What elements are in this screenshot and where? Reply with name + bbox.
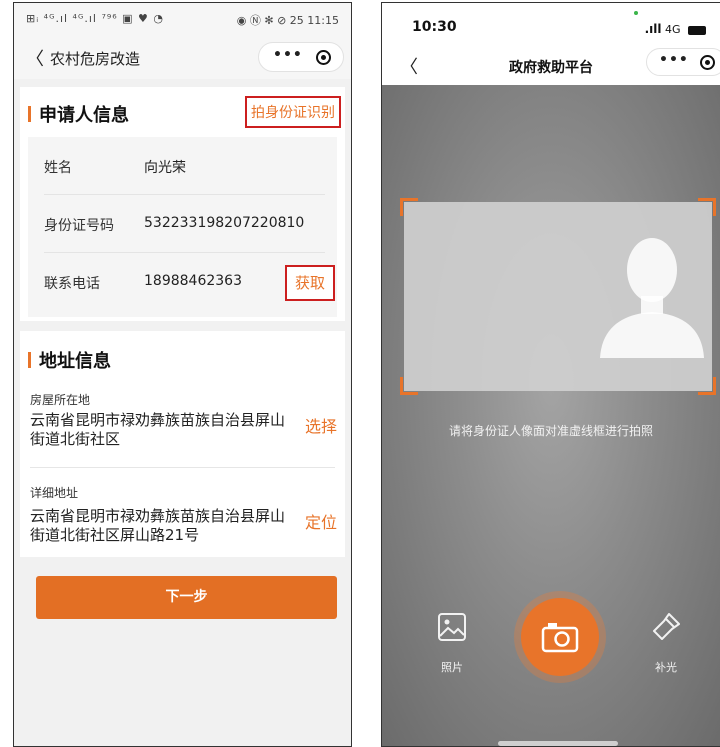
more-icon[interactable]: •••: [273, 47, 303, 63]
target-icon[interactable]: [700, 55, 715, 70]
detail-address-value[interactable]: 云南省昆明市禄劝彝族苗族自治县屏山街道北街社区屏山路21号: [30, 507, 288, 545]
phone-field[interactable]: 18988462363: [144, 273, 242, 289]
right-phone-screen: 10:30 .ıll 4G 〈 政府救助平台 ••• 请将身份证人像面对准虚线框…: [381, 2, 720, 747]
home-indicator: [498, 741, 618, 746]
status-left-icons: ⊞ᵢ ⁴ᴳ.ıl ⁴ᴳ.ıl ⁷⁹⁶ ▣ ♥ ◔: [26, 12, 165, 25]
camera-icon[interactable]: [540, 620, 580, 654]
left-phone-screen: ⊞ᵢ ⁴ᴳ.ıl ⁴ᴳ.ıl ⁷⁹⁶ ▣ ♥ ◔ ◉ Ⓝ ✻ ⊘ 25 11:1…: [13, 2, 352, 747]
field-label: 身份证号码: [44, 218, 114, 234]
section-title: 申请人信息: [39, 105, 129, 126]
detail-address-label: 详细地址: [30, 486, 79, 500]
frame-corner: [400, 198, 418, 216]
address-info-card: 地址信息 房屋所在地 云南省昆明市禄劝彝族苗族自治县屏山街道北街社区 选择 详细…: [20, 331, 345, 557]
field-row-name: 姓名 向光荣: [28, 137, 337, 195]
mini-program-capsule: •••: [258, 42, 344, 72]
person-silhouette-icon: [600, 238, 704, 358]
flashlight-icon[interactable]: [650, 611, 682, 643]
indicator-dot: [634, 11, 638, 15]
id-card-ocr-button[interactable]: 拍身份证识别: [245, 96, 341, 128]
accent-bar: [28, 352, 31, 368]
flash-label[interactable]: 补光: [644, 659, 688, 675]
photo-label[interactable]: 照片: [436, 659, 468, 675]
address-section-header: 地址信息: [28, 347, 111, 373]
field-row-id-number: 身份证号码 532233198207220810: [28, 195, 337, 253]
field-label: 姓名: [44, 160, 72, 176]
section-title: 地址信息: [39, 351, 111, 372]
frame-corner: [698, 377, 716, 395]
get-phone-button[interactable]: 获取: [285, 265, 335, 301]
more-icon[interactable]: •••: [659, 52, 689, 68]
top-bar: 10:30 .ıll 4G 〈 政府救助平台 •••: [382, 3, 720, 85]
network-status: .ıll 4G: [645, 22, 706, 36]
select-location-button[interactable]: 选择: [305, 413, 337, 437]
applicant-fields: 姓名 向光荣 身份证号码 532233198207220810 联系电话 189…: [28, 137, 337, 317]
network-label: 4G: [664, 23, 681, 36]
id-number-field[interactable]: 532233198207220810: [144, 215, 304, 231]
house-location-value[interactable]: 云南省昆明市禄劝彝族苗族自治县屏山街道北街社区: [30, 411, 288, 449]
back-arrow-icon[interactable]: 〈: [26, 45, 44, 71]
field-label: 联系电话: [44, 276, 100, 292]
image-icon[interactable]: [436, 611, 468, 643]
mini-program-capsule: •••: [646, 48, 720, 76]
accent-bar: [28, 106, 31, 122]
applicant-info-card: 申请人信息 拍身份证识别 姓名 向光荣 身份证号码 53223319820722…: [20, 87, 345, 321]
locate-button[interactable]: 定位: [305, 509, 337, 533]
battery-icon: [688, 25, 706, 35]
frame-corner: [698, 198, 716, 216]
capture-hint: 请将身份证人像面对准虚线框进行拍照: [448, 424, 653, 438]
next-step-button[interactable]: 下一步: [36, 576, 337, 619]
frame-corner: [400, 377, 418, 395]
status-right-icons: ◉ Ⓝ ✻ ⊘ 25 11:15: [236, 14, 339, 27]
status-time: 10:30: [412, 19, 457, 35]
name-field[interactable]: 向光荣: [144, 157, 186, 177]
divider: [30, 467, 335, 468]
target-icon[interactable]: [316, 50, 331, 65]
house-location-label: 房屋所在地: [30, 393, 91, 407]
status-bar: ⊞ᵢ ⁴ᴳ.ıl ⁴ᴳ.ıl ⁷⁹⁶ ▣ ♥ ◔ ◉ Ⓝ ✻ ⊘ 25 11:1…: [14, 3, 351, 35]
applicant-section-header: 申请人信息: [28, 101, 129, 127]
page-title: 农村危房改造: [50, 50, 141, 68]
field-row-phone: 联系电话 18988462363 获取: [28, 253, 337, 311]
